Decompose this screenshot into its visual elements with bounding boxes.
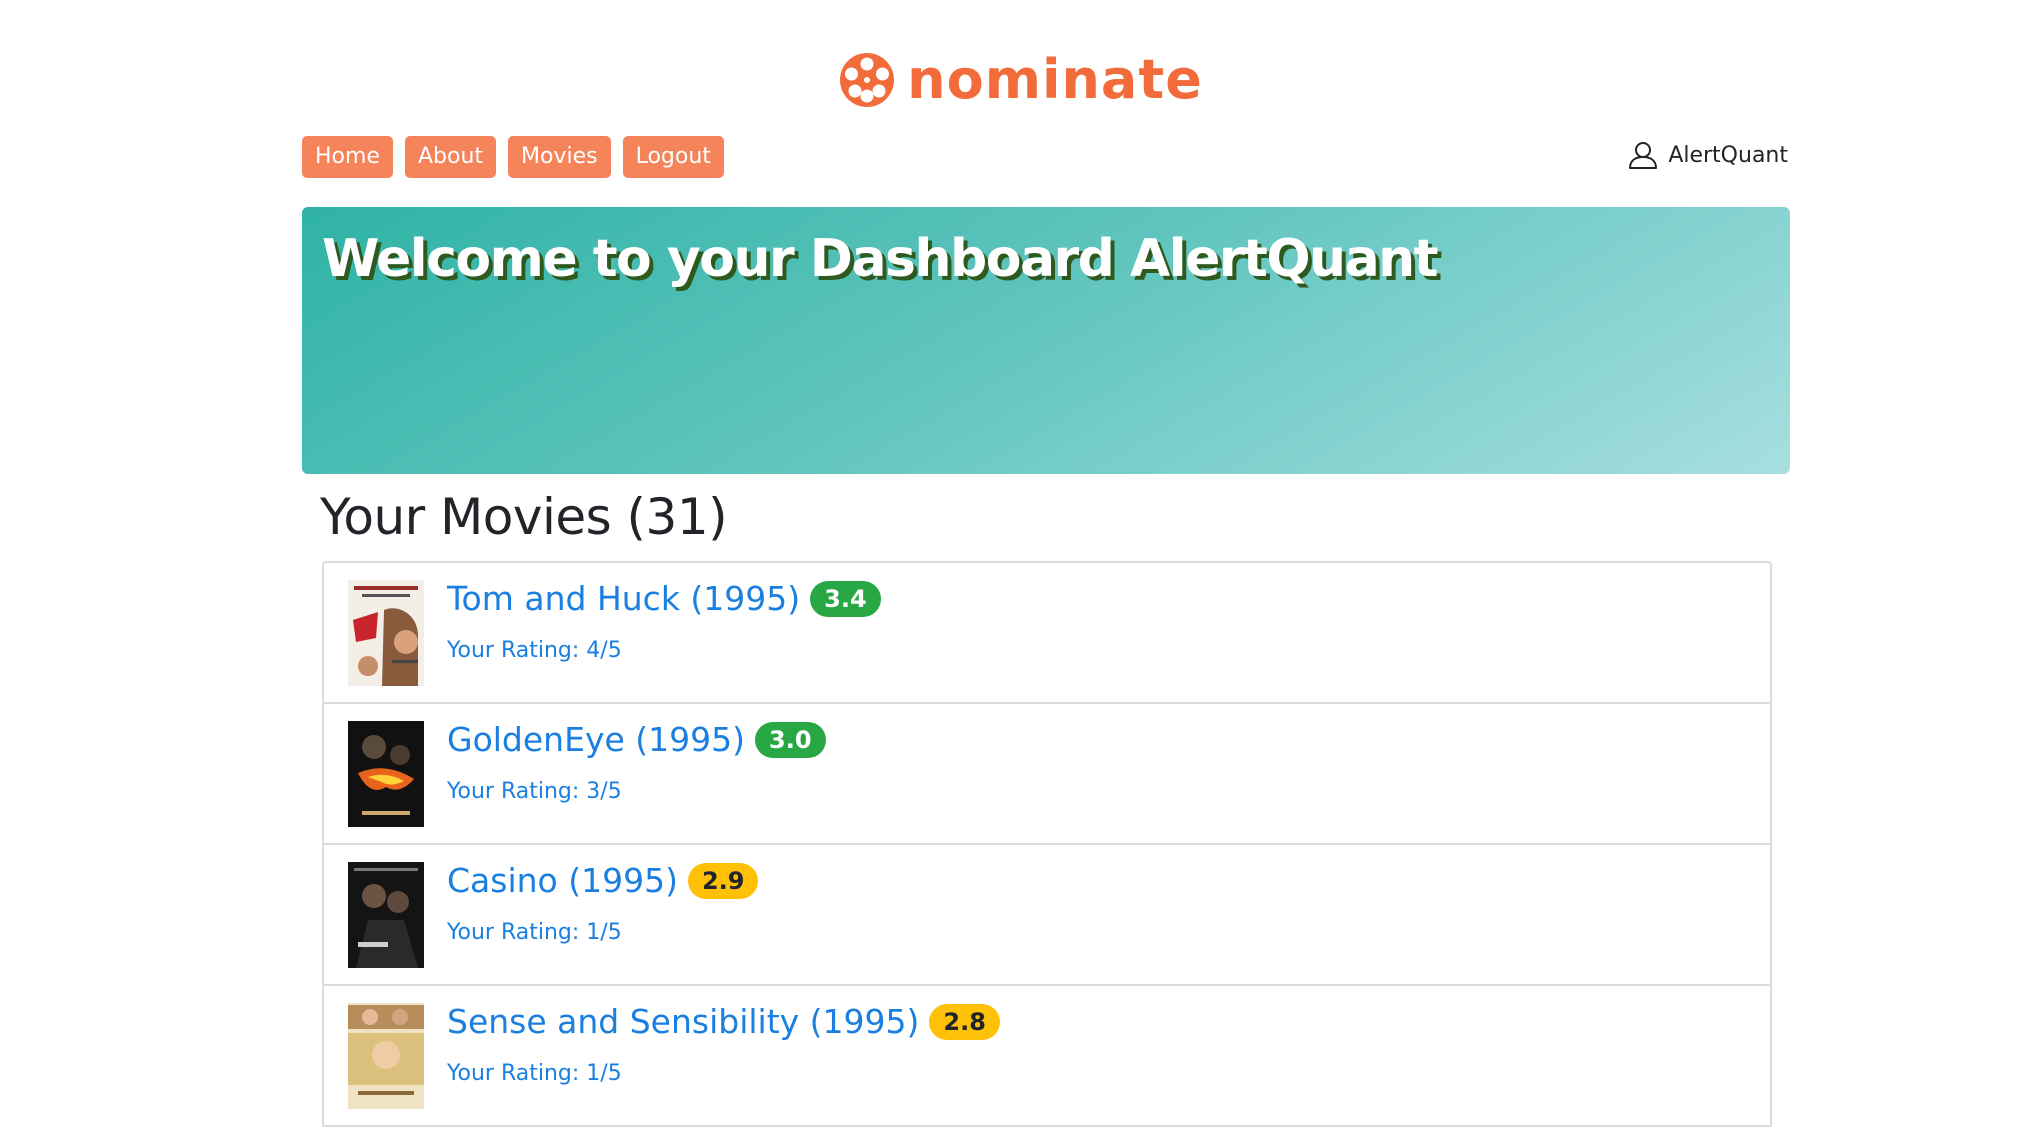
your-rating: Your Rating: 1/5 [447, 920, 622, 945]
nav-home-button[interactable]: Home [302, 136, 393, 178]
movies-section-title: Your Movies (31) [320, 488, 728, 546]
movie-poster-image[interactable] [348, 1003, 424, 1109]
score-badge: 3.0 [755, 721, 826, 758]
welcome-banner: Welcome to your Dashboard AlertQuant [302, 207, 1790, 474]
main-nav: Home About Movies Logout [302, 136, 724, 178]
movie-poster-image[interactable] [348, 862, 424, 968]
welcome-title: Welcome to your Dashboard AlertQuant [322, 229, 1439, 289]
movie-poster-image[interactable] [348, 721, 424, 827]
movie-poster-image[interactable] [348, 580, 424, 686]
username: AlertQuant [1668, 142, 1788, 168]
movie-list: Tom and Huck (1995) 3.4 Your Rating: 4/5… [322, 561, 1772, 1127]
brand-name: nominate [907, 48, 1203, 111]
list-item: Casino (1995) 2.9 Your Rating: 1/5 [324, 845, 1770, 986]
movie-title-link[interactable]: Casino (1995) [447, 861, 678, 900]
nav-logout-button[interactable]: Logout [622, 136, 724, 178]
user-icon [1629, 142, 1658, 169]
score-badge: 2.9 [687, 862, 759, 899]
movie-title-link[interactable]: Sense and Sensibility (1995) [447, 1002, 919, 1041]
nav-about-button[interactable]: About [404, 136, 497, 178]
nav-movies-button[interactable]: Movies [508, 136, 611, 178]
movie-title-link[interactable]: Tom and Huck (1995) [447, 579, 800, 618]
your-rating: Your Rating: 4/5 [447, 638, 622, 663]
user-menu[interactable]: AlertQuant [1628, 140, 1788, 170]
score-badge: 3.4 [810, 580, 881, 617]
list-item: Tom and Huck (1995) 3.4 Your Rating: 4/5 [324, 563, 1770, 704]
list-item: Sense and Sensibility (1995) 2.8 Your Ra… [324, 986, 1770, 1127]
score-badge: 2.8 [929, 1003, 1000, 1040]
list-item: GoldenEye (1995) 3.0 Your Rating: 3/5 [324, 704, 1770, 845]
movie-title-link[interactable]: GoldenEye (1995) [447, 720, 745, 759]
film-reel-icon [840, 53, 895, 107]
your-rating: Your Rating: 1/5 [447, 1061, 622, 1086]
brand-logo[interactable]: nominate [0, 52, 2042, 108]
your-rating: Your Rating: 3/5 [447, 779, 622, 804]
